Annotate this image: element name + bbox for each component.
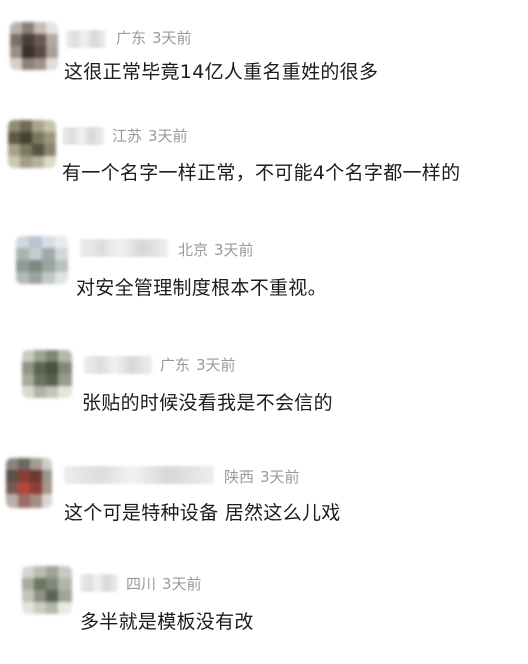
comment-meta: 江苏 3天前	[112, 125, 188, 146]
comment-meta: 北京 3天前	[178, 239, 254, 260]
comment-meta: 广东 3天前	[160, 354, 236, 375]
avatar[interactable]	[22, 350, 72, 398]
avatar[interactable]	[6, 458, 52, 508]
username-blurred[interactable]	[64, 466, 214, 484]
comment-time: 3天前	[162, 575, 202, 593]
comment-item: 广东 3天前 这很正常毕竟14亿人重名重姓的很多	[0, 0, 528, 110]
comment-time: 3天前	[196, 356, 236, 374]
avatar[interactable]	[22, 566, 72, 614]
comment-item: 江苏 3天前 有一个名字一样正常，不可能4个名字都一样的	[0, 108, 528, 218]
comment-meta: 陕西 3天前	[224, 466, 300, 487]
comment-text: 对安全管理制度根本不重视。	[76, 277, 327, 299]
comment-time: 3天前	[260, 468, 300, 486]
username-blurred[interactable]	[62, 127, 104, 145]
comment-location: 广东	[116, 29, 147, 47]
comment-time: 3天前	[214, 241, 254, 259]
comment-meta: 广东 3天前	[116, 27, 192, 48]
comment-item: 四川 3天前 多半就是模板没有改	[0, 554, 528, 664]
comment-text: 张贴的时候没看我是不会信的	[82, 392, 333, 414]
username-blurred[interactable]	[66, 30, 106, 48]
comment-location: 广东	[160, 356, 191, 374]
comment-location: 北京	[178, 241, 209, 259]
comment-location: 江苏	[112, 127, 143, 145]
username-blurred[interactable]	[80, 574, 118, 592]
username-blurred[interactable]	[84, 356, 152, 374]
comment-text: 有一个名字一样正常，不可能4个名字都一样的	[62, 162, 461, 184]
comment-item: 广东 3天前 张贴的时候没看我是不会信的	[0, 338, 528, 448]
comment-text: 多半就是模板没有改	[80, 611, 254, 633]
comment-item: 陕西 3天前 这个可是特种设备 居然这么儿戏	[0, 446, 528, 556]
comment-location: 陕西	[224, 468, 255, 486]
comment-item: 北京 3天前 对安全管理制度根本不重视。	[0, 220, 528, 330]
comment-meta: 四川 3天前	[126, 573, 202, 594]
comment-time: 3天前	[148, 127, 188, 145]
comment-text: 这个可是特种设备 居然这么儿戏	[64, 502, 341, 524]
avatar[interactable]	[8, 120, 56, 168]
comment-text: 这很正常毕竟14亿人重名重姓的很多	[64, 61, 379, 83]
comment-location: 四川	[126, 575, 157, 593]
avatar[interactable]	[16, 236, 68, 284]
username-blurred[interactable]	[80, 239, 168, 257]
avatar[interactable]	[10, 22, 58, 70]
comment-time: 3天前	[152, 29, 192, 47]
